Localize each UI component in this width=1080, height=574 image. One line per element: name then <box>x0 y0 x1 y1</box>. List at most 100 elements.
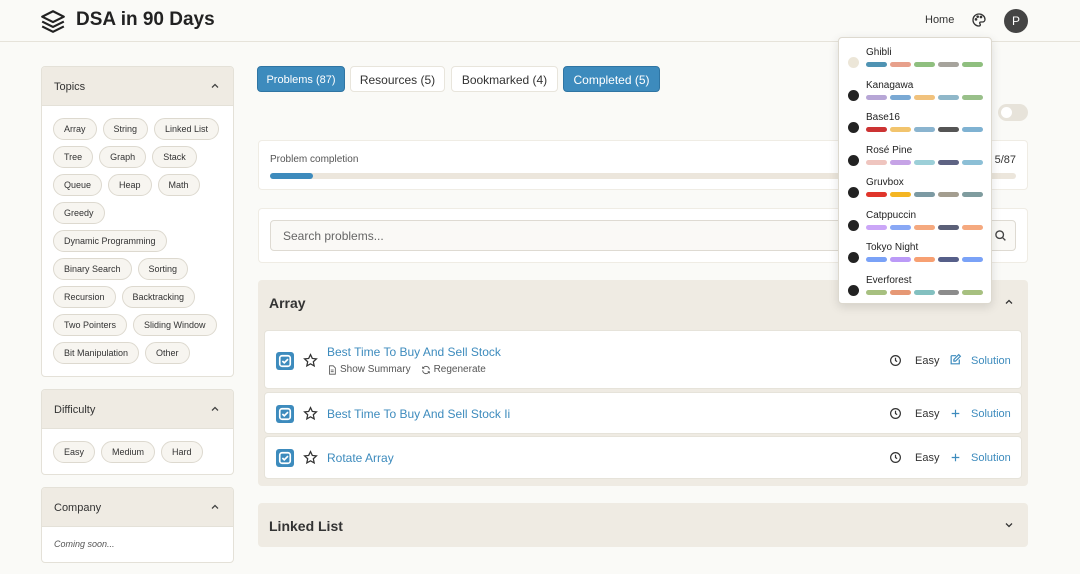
solution-link[interactable]: Solution <box>971 408 1011 420</box>
topic-tag[interactable]: Other <box>145 342 190 364</box>
refresh-icon <box>421 365 430 374</box>
topics-header[interactable]: Topics <box>42 67 233 106</box>
topic-tag[interactable]: Dynamic Programming <box>53 230 167 252</box>
solution-link[interactable]: Solution <box>971 355 1011 367</box>
radio-dot-icon <box>848 252 859 263</box>
edit-icon[interactable] <box>949 353 962 366</box>
document-icon <box>329 364 336 375</box>
layers-logo-icon[interactable] <box>40 8 66 34</box>
topic-tag[interactable]: Sorting <box>137 258 189 280</box>
difficulty-tag[interactable]: Hard <box>161 441 203 463</box>
theme-option-everforest[interactable]: Everforest <box>839 273 993 305</box>
toggle-switch[interactable] <box>998 104 1028 121</box>
topic-tag[interactable]: Bit Manipulation <box>53 342 140 364</box>
tab-resources[interactable]: Resources (5) <box>350 66 445 92</box>
topic-tag[interactable]: Tree <box>53 146 94 168</box>
theme-swatch <box>890 257 911 262</box>
topic-tag[interactable]: Binary Search <box>53 258 132 280</box>
solution-link[interactable]: Solution <box>971 452 1011 464</box>
topic-tag[interactable]: Graph <box>99 146 147 168</box>
show-summary-button[interactable]: Show Summary <box>327 364 411 375</box>
app-title[interactable]: DSA in 90 Days <box>76 9 215 31</box>
topics-title: Topics <box>54 81 86 93</box>
topic-tag[interactable]: Queue <box>53 174 103 196</box>
show-summary-label: Show Summary <box>340 364 411 375</box>
plus-icon[interactable] <box>949 407 962 420</box>
tab-bookmarked[interactable]: Bookmarked (4) <box>451 66 558 92</box>
theme-swatch <box>914 192 935 197</box>
theme-option-kanagawa[interactable]: Kanagawa <box>839 78 993 110</box>
star-icon[interactable] <box>303 353 318 368</box>
regenerate-label: Regenerate <box>433 364 486 375</box>
topic-tag[interactable]: Two Pointers <box>53 314 128 336</box>
star-icon[interactable] <box>303 406 318 421</box>
difficulty-header[interactable]: Difficulty <box>42 390 233 429</box>
star-icon[interactable] <box>303 450 318 465</box>
checkbox-checked-icon[interactable] <box>276 449 294 467</box>
theme-name: Kanagawa <box>866 80 914 91</box>
theme-swatch <box>962 257 983 262</box>
clock-icon <box>890 452 901 463</box>
theme-option-base16[interactable]: Base16 <box>839 110 993 142</box>
section-title: Linked List <box>269 518 343 534</box>
problem-title-link[interactable]: Rotate Array <box>327 451 394 465</box>
chevron-up-icon[interactable] <box>209 501 221 513</box>
theme-name: Rosé Pine <box>866 145 913 156</box>
theme-swatch <box>914 127 935 132</box>
theme-swatch <box>938 290 959 295</box>
search-icon[interactable] <box>994 229 1007 242</box>
plus-icon[interactable] <box>949 451 962 464</box>
theme-name: Everforest <box>866 275 912 286</box>
radio-dot-icon <box>848 285 859 296</box>
theme-swatch <box>962 95 983 100</box>
theme-option-tokyo-night[interactable]: Tokyo Night <box>839 240 993 272</box>
checkbox-checked-icon[interactable] <box>276 405 294 423</box>
theme-swatch <box>914 257 935 262</box>
regenerate-button[interactable]: Regenerate <box>421 364 486 375</box>
theme-option-gruvbox[interactable]: Gruvbox <box>839 175 993 207</box>
topic-tag[interactable]: Stack <box>152 146 197 168</box>
avatar[interactable]: P <box>1004 9 1028 33</box>
chevron-up-icon[interactable] <box>209 403 221 415</box>
difficulty-tag[interactable]: Medium <box>101 441 156 463</box>
theme-swatch <box>938 257 959 262</box>
theme-swatch <box>938 225 959 230</box>
topic-tag[interactable]: Array <box>53 118 97 140</box>
theme-swatches <box>866 225 983 230</box>
section-linked-list[interactable]: Linked List <box>258 503 1028 547</box>
topic-tag[interactable]: Heap <box>108 174 152 196</box>
topic-tag[interactable]: Backtracking <box>121 286 196 308</box>
section-title: Array <box>269 295 306 311</box>
tab-completed[interactable]: Completed (5) <box>563 66 660 92</box>
theme-swatch <box>914 225 935 230</box>
theme-option-catppuccin[interactable]: Catppuccin <box>839 208 993 240</box>
home-link[interactable]: Home <box>925 14 954 26</box>
topic-tag[interactable]: Recursion <box>53 286 116 308</box>
problem-title-link[interactable]: Best Time To Buy And Sell Stock <box>327 345 501 359</box>
radio-dot-icon <box>848 220 859 231</box>
company-header[interactable]: Company <box>42 488 233 527</box>
theme-option-rose-pine[interactable]: Rosé Pine <box>839 143 993 175</box>
progress-count: 5/87 <box>994 154 1016 166</box>
topic-tag[interactable]: Linked List <box>154 118 220 140</box>
topic-tag[interactable]: Sliding Window <box>133 314 217 336</box>
tab-problems[interactable]: Problems (87) <box>257 66 345 92</box>
palette-icon[interactable] <box>971 12 987 28</box>
radio-dot-icon <box>848 155 859 166</box>
difficulty-tag[interactable]: Easy <box>53 441 96 463</box>
topic-tag[interactable]: Greedy <box>53 202 105 224</box>
chevron-up-icon[interactable] <box>1003 296 1015 308</box>
theme-swatch <box>890 127 911 132</box>
topic-tag[interactable]: String <box>102 118 149 140</box>
checkbox-checked-icon[interactable] <box>276 352 294 370</box>
radio-dot-icon <box>848 90 859 101</box>
theme-swatches <box>866 257 983 262</box>
topic-tag[interactable]: Math <box>157 174 200 196</box>
theme-option-ghibli[interactable]: Ghibli <box>839 45 993 77</box>
company-title: Company <box>54 502 102 514</box>
theme-swatch <box>938 192 959 197</box>
theme-swatch <box>866 127 887 132</box>
problem-title-link[interactable]: Best Time To Buy And Sell Stock Ii <box>327 407 510 421</box>
chevron-down-icon[interactable] <box>1003 519 1015 531</box>
chevron-up-icon[interactable] <box>209 80 221 92</box>
